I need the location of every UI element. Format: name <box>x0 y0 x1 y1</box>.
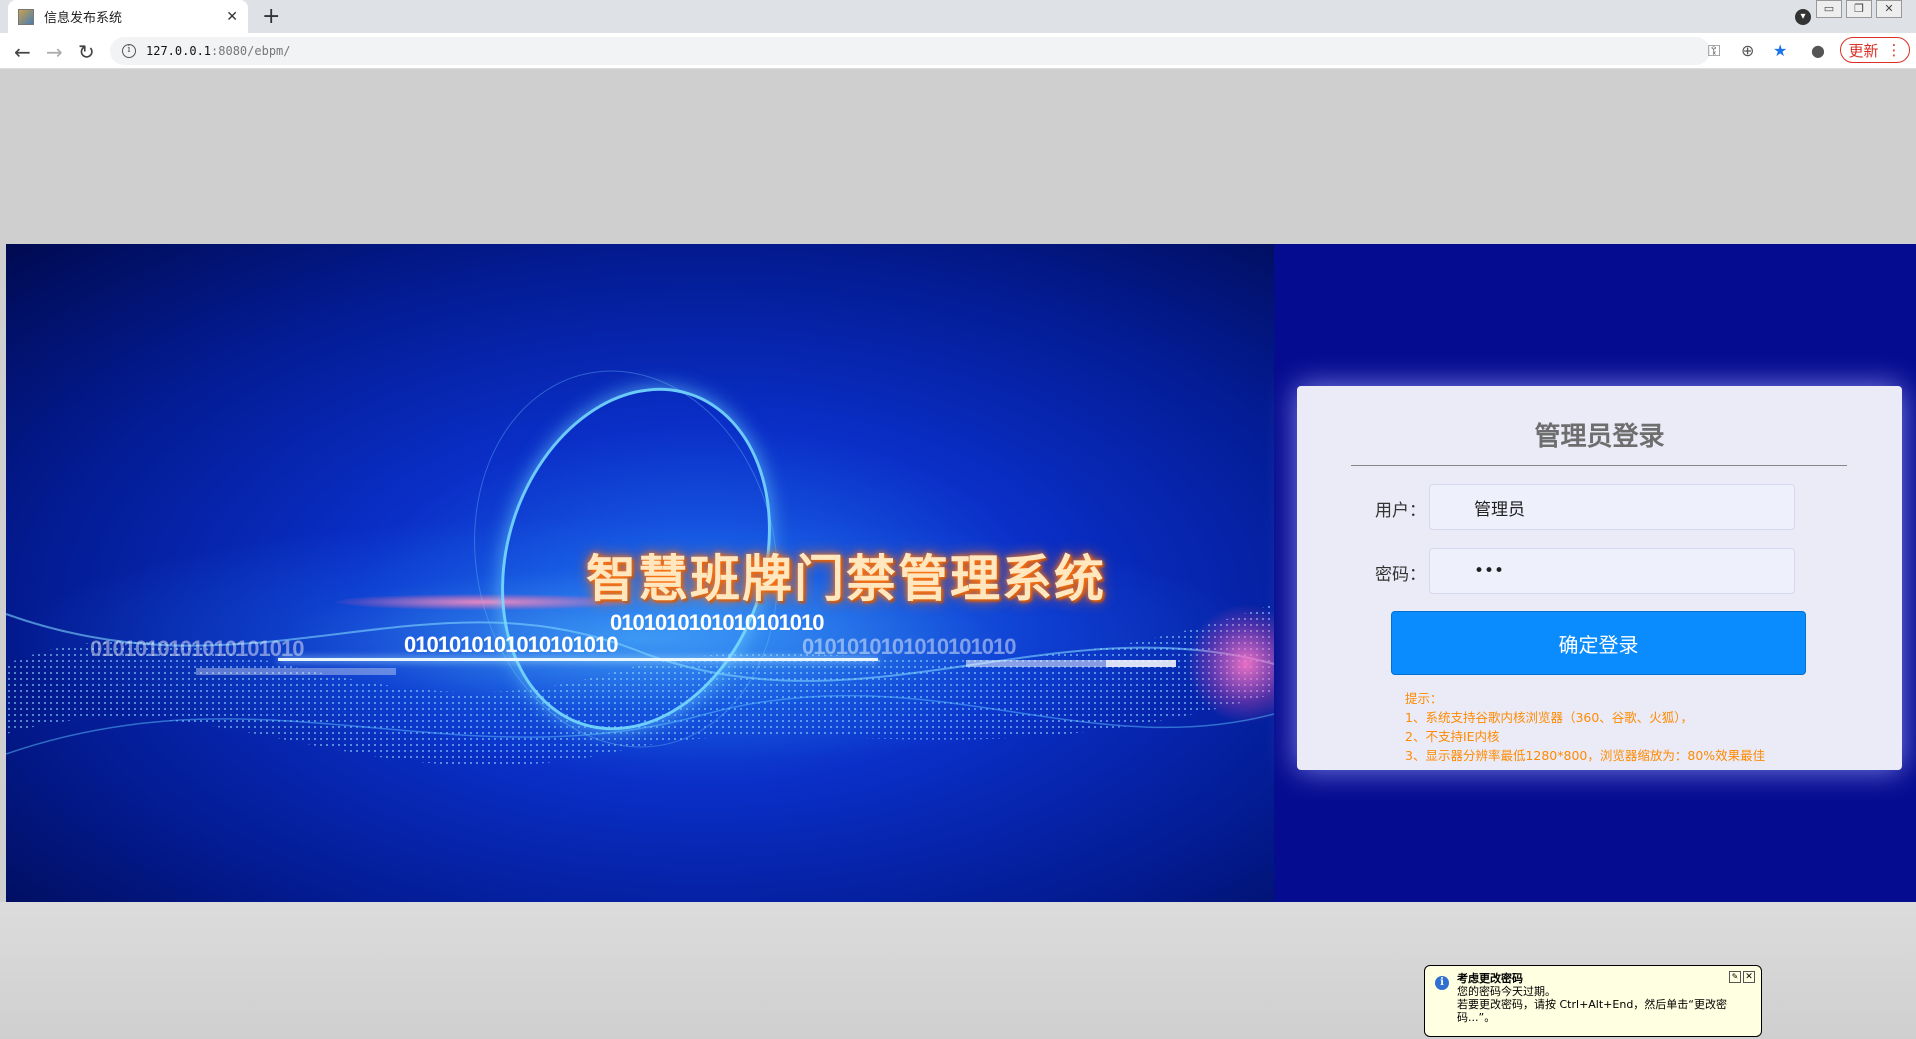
password-label: 密码： <box>1375 565 1426 585</box>
close-window-icon[interactable]: ✕ <box>1876 0 1902 18</box>
tab-search-icon[interactable]: ▾ <box>1795 9 1811 25</box>
balloon-line: 若要更改密码，请按 Ctrl+Alt+End，然后单击“更改密 <box>1457 998 1727 1011</box>
new-tab-button[interactable]: + <box>262 4 280 29</box>
browser-toolbar: ← → ↻ i 127.0.0.1 :8080/ebpm/ ⚿ ⊕ ★ ● 更新… <box>0 33 1916 69</box>
tip-item: 3、显示器分辨率最低1280*800，浏览器缩放为：80%效果最佳 <box>1405 748 1766 763</box>
light-line <box>278 658 878 661</box>
tip-heading: 提示： <box>1405 691 1443 706</box>
key-icon[interactable]: ⚿ <box>1708 41 1720 61</box>
forward-icon[interactable]: → <box>46 40 63 64</box>
balloon-line: 您的密码今天过期。 <box>1457 985 1556 998</box>
light-dash <box>196 668 396 675</box>
password-expiry-balloon[interactable]: i ✎ ✕ 考虑更改密码 您的密码今天过期。 若要更改密码，请按 Ctrl+Al… <box>1424 965 1762 1037</box>
binary-text-line: 0101010101010101010 <box>404 632 618 657</box>
user-label: 用户： <box>1375 501 1426 521</box>
tab-active[interactable]: 信息发布系统 ✕ <box>8 0 248 33</box>
password-input[interactable]: ••• <box>1429 548 1795 594</box>
address-bar[interactable]: i 127.0.0.1 :8080/ebpm/ <box>110 37 1710 65</box>
update-label: 更新 <box>1848 41 1879 60</box>
balloon-close-icon[interactable]: ✕ <box>1743 971 1755 983</box>
tab-title: 信息发布系统 <box>44 11 123 26</box>
balloon-options-icon[interactable]: ✎ <box>1729 971 1741 983</box>
bookmark-star-icon[interactable]: ★ <box>1773 41 1787 60</box>
login-tips: 提示： 1、系统支持谷歌内核浏览器（360、谷歌、火狐）， 2、不支持IE内核 … <box>1405 689 1765 765</box>
username-input[interactable]: 管理员 <box>1429 484 1795 530</box>
tab-close-icon[interactable]: ✕ <box>226 9 238 25</box>
restore-icon[interactable]: ❐ <box>1846 0 1872 18</box>
light-dash <box>1106 660 1176 667</box>
tip-item: 1、系统支持谷歌内核浏览器（360、谷歌、火狐）， <box>1405 710 1694 725</box>
light-dash <box>966 660 1106 667</box>
info-icon: i <box>1435 976 1449 990</box>
tip-item: 2、不支持IE内核 <box>1405 729 1500 744</box>
login-title: 管理员登录 <box>1534 422 1665 452</box>
binary-text-main: 0101010101010101010 <box>610 610 824 635</box>
minimize-icon[interactable]: ▭ <box>1816 0 1842 18</box>
login-button[interactable]: 确定登录 <box>1391 611 1806 675</box>
window-controls: ▭ ❐ ✕ <box>1816 0 1902 18</box>
update-button[interactable]: 更新 ⋮ <box>1840 37 1910 63</box>
balloon-line: 码...”。 <box>1457 1011 1496 1024</box>
favicon-icon <box>18 8 34 25</box>
reload-icon[interactable]: ↻ <box>78 40 95 64</box>
balloon-title: 考虑更改密码 <box>1457 972 1523 985</box>
login-card: 管理员登录 用户： 管理员 密码： ••• 确定登录 提示： 1、系统支持谷歌内… <box>1297 386 1902 770</box>
binary-text-left: 0101010101010101010 <box>90 636 304 661</box>
banner-title: 智慧班牌门禁管理系统 <box>586 550 1106 608</box>
binary-text-right: 0101010101010101010 <box>802 634 1016 659</box>
browser-tabstrip: 信息发布系统 ✕ + ▾ ▭ ❐ ✕ <box>0 0 1916 33</box>
banner-image: 智慧班牌门禁管理系统 0101010101010101010 010101010… <box>6 244 1274 902</box>
profile-icon[interactable]: ● <box>1811 41 1825 60</box>
url-host: 127.0.0.1 <box>146 44 212 58</box>
menu-icon[interactable]: ⋮ <box>1887 41 1902 59</box>
back-icon[interactable]: ← <box>14 40 31 64</box>
url-path: :8080/ebpm/ <box>211 44 291 58</box>
login-divider <box>1351 465 1847 466</box>
zoom-icon[interactable]: ⊕ <box>1741 41 1754 60</box>
site-info-icon[interactable]: i <box>122 44 136 58</box>
